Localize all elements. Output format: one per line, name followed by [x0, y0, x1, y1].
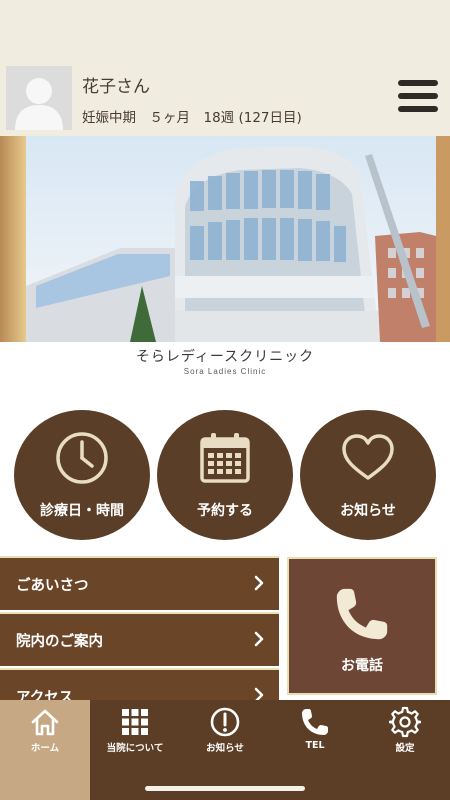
clinic-building-photo [0, 136, 450, 342]
clinic-logo: そらレディースクリニック Sora Ladies Clinic [0, 346, 450, 382]
clock-icon [56, 432, 108, 484]
hamburger-menu-icon[interactable] [396, 78, 440, 114]
phone-icon [302, 709, 328, 735]
avatar[interactable] [6, 66, 72, 130]
home-icon [31, 709, 59, 736]
hours-button[interactable]: 診療日・時間 [14, 410, 150, 540]
chevron-right-icon [254, 575, 264, 591]
tab-settings[interactable]: 設定 [360, 700, 450, 770]
tab-tel[interactable]: TEL [270, 700, 360, 770]
pregnancy-status: 妊娠中期 ５ヶ月 18週 (127日目) [82, 110, 302, 126]
tab-label: 当院について [106, 743, 164, 754]
grid-icon [122, 709, 148, 735]
reservation-label: 予約する [197, 503, 253, 519]
status-bar-area [0, 0, 450, 58]
menu-bar [398, 80, 438, 86]
clinic-logo-name: そらレディースクリニック [135, 349, 315, 365]
info-icon [210, 707, 240, 737]
home-indicator[interactable] [145, 786, 305, 791]
bottom-tab-bar: ホーム 当院について お知らせ TEL 設定 [0, 700, 450, 800]
user-silhouette-icon [6, 66, 72, 130]
list-item-label: 院内のご案内 [16, 634, 103, 650]
tab-news[interactable]: お知らせ [180, 700, 270, 770]
profile-header: 花子さん 妊娠中期 ５ヶ月 18週 (127日目) [0, 58, 450, 136]
menu-bar [398, 106, 438, 112]
news-button[interactable]: お知らせ [300, 410, 436, 540]
menu-bar [398, 93, 438, 99]
gear-icon [389, 706, 421, 738]
reservation-button[interactable]: 予約する [157, 410, 293, 540]
tab-home[interactable]: ホーム [0, 700, 90, 800]
tab-label: 設定 [395, 743, 415, 754]
profile-name: 花子さん [82, 77, 150, 97]
calendar-icon [200, 433, 250, 483]
list-item-label: ごあいさつ [16, 578, 89, 594]
heart-icon [342, 434, 394, 480]
news-label: お知らせ [340, 503, 396, 519]
phone-call-tile[interactable]: お電話 [287, 557, 437, 695]
tab-label: TEL [305, 740, 325, 751]
tab-label: ホーム [30, 743, 60, 754]
tab-label: お知らせ [206, 743, 244, 754]
hours-label: 診療日・時間 [40, 503, 124, 519]
clinic-logo-english: Sora Ladies Clinic [183, 367, 267, 376]
list-item-facility-guide[interactable]: 院内のご案内 [0, 612, 279, 666]
clinic-banner-image [0, 136, 450, 342]
tab-about-clinic[interactable]: 当院について [90, 700, 180, 770]
chevron-right-icon [254, 631, 264, 647]
list-item-greeting[interactable]: ごあいさつ [0, 556, 279, 610]
phone-tile-label: お電話 [341, 658, 383, 674]
phone-icon [336, 588, 388, 640]
